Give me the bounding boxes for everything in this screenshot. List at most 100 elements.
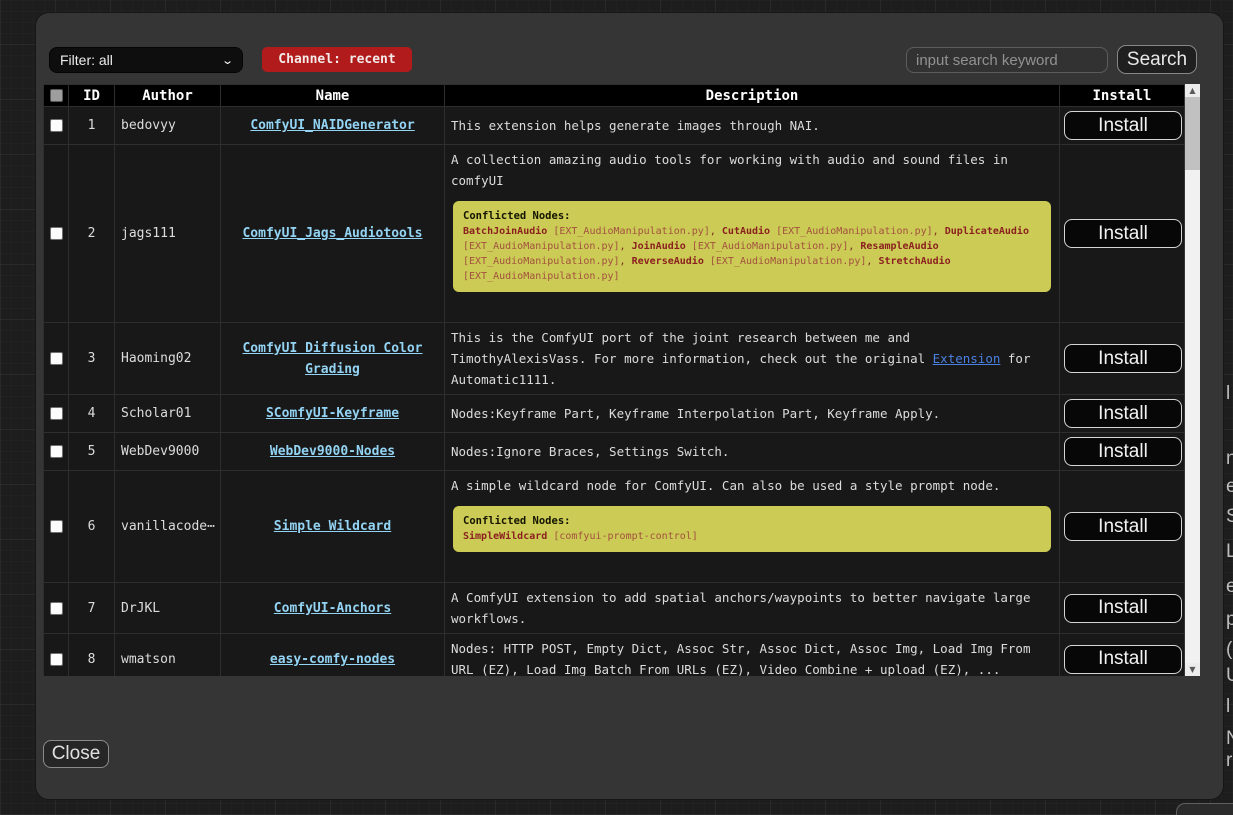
row-checkbox[interactable]: [50, 653, 63, 666]
text-segment: [EXT_AudioManipulation.py]: [547, 226, 710, 237]
row-name-cell: SComfyUI-Keyframe: [221, 395, 445, 433]
row-name-cell: ComfyUI Diffusion Color Grading: [221, 323, 445, 395]
extension-name-link[interactable]: ComfyUI_NAIDGenerator: [250, 118, 414, 133]
conflict-node-name: ResampleAudio: [860, 241, 938, 252]
text-segment: A ComfyUI extension to add spatial ancho…: [451, 590, 1030, 626]
install-button[interactable]: Install: [1064, 399, 1182, 428]
scroll-down-icon[interactable]: ▼: [1185, 663, 1200, 676]
extension-name-link[interactable]: WebDev9000-Nodes: [270, 444, 395, 459]
extension-name-link[interactable]: Simple Wildcard: [274, 519, 391, 534]
row-select-cell: [44, 471, 69, 583]
row-id: 2: [69, 145, 115, 323]
header-name: Name: [221, 85, 445, 107]
text-segment: [comfyui-prompt-control]: [547, 531, 698, 542]
row-install-cell: Install: [1060, 145, 1185, 323]
text-segment: ,: [710, 226, 722, 237]
row-name-cell: easy-comfy-nodes: [221, 634, 445, 677]
text-segment: [EXT_AudioManipulation.py]: [704, 256, 867, 267]
background-text-fragment: n: [1226, 448, 1233, 470]
row-id: 4: [69, 395, 115, 433]
row-id: 6: [69, 471, 115, 583]
extension-name-link[interactable]: ComfyUI-Anchors: [274, 601, 391, 616]
row-id: 5: [69, 433, 115, 471]
install-button[interactable]: Install: [1064, 437, 1182, 466]
row-install-cell: Install: [1060, 433, 1185, 471]
close-button[interactable]: Close: [43, 740, 109, 768]
install-button[interactable]: Install: [1064, 512, 1182, 541]
conflict-node-name: SimpleWildcard: [463, 531, 547, 542]
select-all-checkbox[interactable]: [50, 89, 63, 102]
header-author: Author: [115, 85, 221, 107]
row-name-cell: ComfyUI_Jags_Audiotools: [221, 145, 445, 323]
table-row: 4Scholar01SComfyUI-KeyframeNodes:Keyfram…: [44, 395, 1185, 433]
text-segment: [EXT_AudioManipulation.py]: [463, 256, 620, 267]
filter-select-value: Filter: all: [60, 52, 113, 68]
text-segment: This extension helps generate images thr…: [451, 118, 820, 133]
conflict-node-name: CutAudio: [722, 226, 770, 237]
conflict-node-name: DuplicateAudio: [945, 226, 1029, 237]
row-author: DrJKL: [115, 583, 221, 634]
scrollbar-thumb[interactable]: [1185, 97, 1200, 170]
row-install-cell: Install: [1060, 634, 1185, 677]
install-button[interactable]: Install: [1064, 344, 1182, 373]
row-id: 8: [69, 634, 115, 677]
text-segment: ,: [620, 256, 632, 267]
install-button[interactable]: Install: [1064, 111, 1182, 140]
table-scrollbar[interactable]: ▲ ▼: [1185, 84, 1200, 676]
background-text-fragment: p: [1226, 609, 1233, 631]
extension-name-link[interactable]: easy-comfy-nodes: [270, 652, 395, 667]
table-header-row: ID Author Name Description Install: [44, 85, 1185, 107]
custom-nodes-table: ID Author Name Description Install 1bedo…: [43, 84, 1184, 676]
row-name-cell: WebDev9000-Nodes: [221, 433, 445, 471]
conflict-node-name: StretchAudio: [878, 256, 950, 267]
conflict-node-name: JoinAudio: [632, 241, 686, 252]
install-button[interactable]: Install: [1064, 645, 1182, 674]
table-row: 2jags111ComfyUI_Jags_AudiotoolsA collect…: [44, 145, 1185, 323]
row-author: bedovyy: [115, 107, 221, 145]
row-id: 7: [69, 583, 115, 634]
row-checkbox[interactable]: [50, 445, 63, 458]
background-element-fragment: [1176, 803, 1233, 815]
row-checkbox[interactable]: [50, 520, 63, 533]
conflict-node-name: BatchJoinAudio: [463, 226, 547, 237]
row-checkbox[interactable]: [50, 119, 63, 132]
extension-name-link[interactable]: SComfyUI-Keyframe: [266, 406, 399, 421]
row-install-cell: Install: [1060, 583, 1185, 634]
row-description: This is the ComfyUI port of the joint re…: [445, 323, 1060, 395]
row-description: A ComfyUI extension to add spatial ancho…: [445, 583, 1060, 634]
row-name-cell: ComfyUI_NAIDGenerator: [221, 107, 445, 145]
text-segment: A simple wildcard node for ComfyUI. Can …: [451, 478, 1000, 493]
row-select-cell: [44, 395, 69, 433]
header-install: Install: [1060, 85, 1185, 107]
row-description: A simple wildcard node for ComfyUI. Can …: [445, 471, 1060, 583]
background-text-fragment: l: [1226, 383, 1230, 405]
row-install-cell: Install: [1060, 107, 1185, 145]
header-description: Description: [445, 85, 1060, 107]
row-author: jags111: [115, 145, 221, 323]
row-checkbox[interactable]: [50, 352, 63, 365]
row-checkbox[interactable]: [50, 407, 63, 420]
background-text-fragment: L: [1226, 541, 1233, 563]
select-all-header: [44, 85, 69, 107]
search-input[interactable]: [906, 47, 1108, 73]
filter-select[interactable]: Filter: all ⌄: [49, 47, 243, 73]
background-text-fragment: e: [1226, 476, 1233, 498]
row-checkbox[interactable]: [50, 227, 63, 240]
text-segment: [EXT_AudioManipulation.py]: [770, 226, 933, 237]
conflicted-nodes-list: BatchJoinAudio [EXT_AudioManipulation.py…: [463, 224, 1041, 284]
extension-name-link[interactable]: ComfyUI_Jags_Audiotools: [242, 226, 422, 241]
description-link[interactable]: Extension: [933, 351, 1001, 366]
install-button[interactable]: Install: [1064, 594, 1182, 623]
row-description: Nodes: HTTP POST, Empty Dict, Assoc Str,…: [445, 634, 1060, 677]
extension-name-link[interactable]: ComfyUI Diffusion Color Grading: [242, 341, 422, 377]
row-id: 1: [69, 107, 115, 145]
scroll-up-icon[interactable]: ▲: [1185, 84, 1200, 97]
row-author: Haoming02: [115, 323, 221, 395]
search-button[interactable]: Search: [1117, 45, 1197, 74]
install-button[interactable]: Install: [1064, 219, 1182, 248]
row-author: WebDev9000: [115, 433, 221, 471]
row-select-cell: [44, 145, 69, 323]
row-checkbox[interactable]: [50, 602, 63, 615]
text-segment: [EXT_AudioManipulation.py]: [463, 241, 620, 252]
row-description: This extension helps generate images thr…: [445, 107, 1060, 145]
